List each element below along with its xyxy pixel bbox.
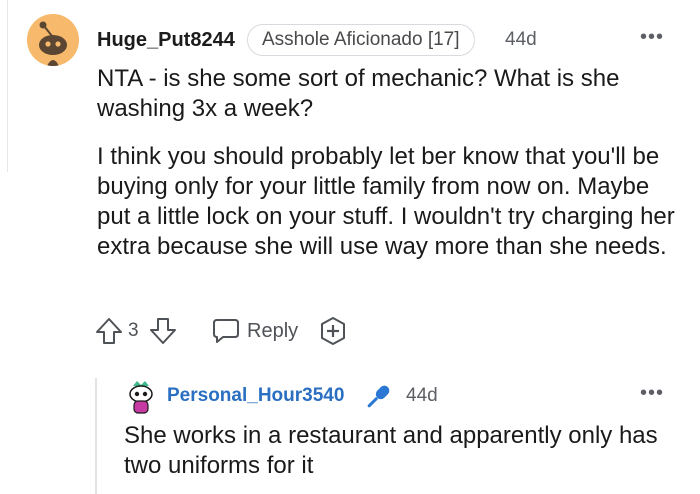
comment-author[interactable]: Huge_Put8244 (97, 29, 235, 52)
reply-avatar[interactable] (126, 380, 156, 414)
snoo-avatar-icon (129, 381, 153, 414)
thread-line (0, 0, 8, 172)
comment-paragraph: I think you should probably let ber know… (97, 143, 675, 260)
reply-text: She works in a restaurant and apparently… (124, 422, 658, 479)
microphone-icon (367, 385, 390, 408)
comment-thread: Huge_Put8244 Asshole Aficionado [17] 44d… (0, 0, 700, 494)
reply-author[interactable]: Personal_Hour3540 (167, 385, 344, 407)
more-options-button[interactable]: ••• (640, 27, 674, 47)
comment-paragraph: NTA - is she some sort of mechanic? What… (97, 65, 620, 122)
comment-timestamp: 44d (505, 29, 537, 50)
downvote-arrow-icon[interactable] (148, 316, 178, 346)
speech-bubble-icon (213, 319, 239, 343)
vote-count: 3 (128, 320, 139, 341)
reply-more-options-button[interactable]: ••• (640, 383, 674, 403)
comment-action-bar: 3 Reply (94, 314, 374, 348)
reply-button[interactable]: Reply (212, 314, 302, 348)
upvote-arrow-icon[interactable] (94, 316, 124, 346)
reply-label: Reply (247, 320, 299, 342)
add-award-icon[interactable] (318, 316, 348, 346)
user-avatar[interactable] (27, 14, 79, 66)
user-flair: Asshole Aficionado [17] (247, 24, 475, 56)
reddit-snoo-avatar-icon (27, 14, 79, 66)
reply-timestamp: 44d (406, 385, 438, 406)
reply-thread-line (95, 378, 97, 494)
